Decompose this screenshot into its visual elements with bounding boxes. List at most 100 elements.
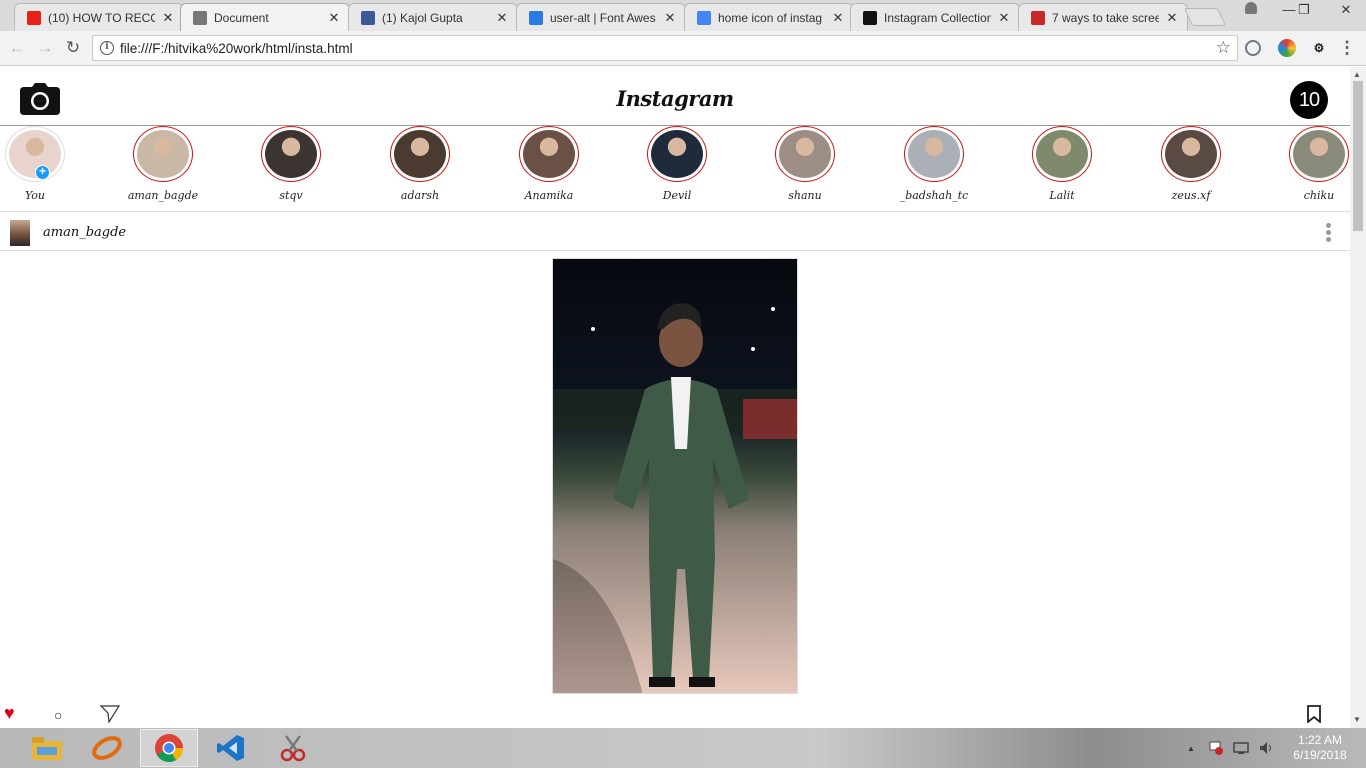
clock-date: 6/19/2018 xyxy=(1293,748,1347,762)
post-image xyxy=(553,259,797,693)
document-icon xyxy=(193,11,207,25)
save-bookmark-icon[interactable] xyxy=(1307,705,1321,728)
browser-tab[interactable]: home icon of instag ✕ xyxy=(684,3,854,31)
youtube-icon xyxy=(27,10,41,25)
snipping-tool-icon[interactable] xyxy=(264,729,322,767)
tab-title: (10) HOW TO RECOR xyxy=(48,10,155,25)
restore-button[interactable]: ❐ xyxy=(1289,0,1319,20)
browser-tab[interactable]: (1) Kajol Gupta ✕ xyxy=(348,3,518,31)
tab-title: 7 ways to take scree xyxy=(1052,10,1159,25)
tab-title: Instagram Collection xyxy=(884,10,991,25)
info-icon[interactable]: i xyxy=(100,41,114,55)
close-window-button[interactable]: ✕ xyxy=(1326,0,1366,20)
post-avatar[interactable] xyxy=(10,220,30,246)
brand-logo[interactable]: Instagram xyxy=(0,86,1350,111)
story-item[interactable]: zeus.xf xyxy=(1141,126,1241,202)
app-header: Instagram 10 xyxy=(0,67,1350,126)
story-ring[interactable] xyxy=(647,126,707,182)
browser-tab[interactable]: Document ✕ xyxy=(180,3,350,32)
story-ring[interactable] xyxy=(904,126,964,182)
new-tab-button[interactable] xyxy=(1183,8,1227,26)
tab-close-icon[interactable]: ✕ xyxy=(495,10,509,26)
tab-close-icon[interactable]: ✕ xyxy=(663,10,677,26)
forward-button[interactable]: → xyxy=(34,37,56,59)
tab-close-icon[interactable]: ✕ xyxy=(327,10,341,26)
story-item[interactable]: adarsh xyxy=(370,126,470,202)
url-text[interactable]: file:///F:/hitvika%20work/html/insta.htm… xyxy=(120,41,353,56)
tab-close-icon[interactable]: ✕ xyxy=(161,10,175,26)
story-item[interactable]: Lalit xyxy=(1012,126,1112,202)
app-swirl-icon[interactable] xyxy=(78,729,136,767)
share-icon[interactable] xyxy=(99,705,121,728)
vscode-icon[interactable] xyxy=(202,729,260,767)
scroll-down-arrow-icon[interactable]: ▼ xyxy=(1353,715,1361,724)
stories-bar: + You aman_bagde stqv adarsh Anamika Devil shan… xyxy=(0,126,1350,212)
story-ring[interactable] xyxy=(1032,126,1092,182)
story-avatar xyxy=(908,130,960,178)
flag-icon xyxy=(529,10,543,25)
add-story-plus-icon[interactable]: + xyxy=(35,165,50,180)
story-username: adarsh xyxy=(400,189,440,202)
like-heart-icon[interactable]: ♥ xyxy=(4,703,15,724)
system-clock[interactable]: 1:22 AM 6/19/2018 xyxy=(1284,733,1356,763)
story-username: chiku xyxy=(1303,189,1335,202)
story-ring[interactable] xyxy=(390,126,450,182)
story-ring[interactable] xyxy=(1289,126,1349,182)
tray-overflow-icon[interactable]: ▲ xyxy=(1187,744,1195,753)
browser-tab[interactable]: (10) HOW TO RECOR ✕ xyxy=(14,3,184,31)
scrollbar-thumb[interactable] xyxy=(1353,81,1363,231)
tab-strip: (10) HOW TO RECOR✕Document✕(1) Kajol Gup… xyxy=(0,0,1366,32)
post-username[interactable]: aman_bagde xyxy=(43,225,126,240)
chrome-icon[interactable] xyxy=(140,729,198,767)
google-icon xyxy=(697,10,711,25)
browser-tab[interactable]: user-alt | Font Awes ✕ xyxy=(516,3,686,31)
post-header: aman_bagde xyxy=(0,212,1350,251)
tab-title: home icon of instag xyxy=(718,10,823,25)
story-ring[interactable] xyxy=(775,126,835,182)
notification-badge[interactable]: 10 xyxy=(1290,81,1328,119)
more-options-icon[interactable] xyxy=(1326,223,1332,244)
extension-color-icon[interactable] xyxy=(1278,39,1296,57)
volume-icon[interactable] xyxy=(1258,740,1274,759)
tab-close-icon[interactable]: ✕ xyxy=(997,10,1011,26)
page-scrollbar[interactable]: ▲ ▼ xyxy=(1350,67,1366,728)
story-item[interactable]: _badshah_tc xyxy=(884,126,984,202)
story-ring[interactable] xyxy=(519,126,579,182)
story-avatar xyxy=(779,130,831,178)
extension-tool-icon[interactable]: ⚙ xyxy=(1310,39,1328,57)
post-photo[interactable] xyxy=(552,258,798,694)
story-ring[interactable] xyxy=(1161,126,1221,182)
story-avatar xyxy=(651,130,703,178)
tab-close-icon[interactable]: ✕ xyxy=(1165,10,1179,26)
story-username: stqv xyxy=(279,189,303,202)
story-ring[interactable] xyxy=(133,126,193,182)
story-item[interactable]: Anamika xyxy=(499,126,599,202)
scroll-up-arrow-icon[interactable]: ▲ xyxy=(1353,70,1361,79)
story-ring[interactable] xyxy=(261,126,321,182)
browser-tab[interactable]: Instagram Collection ✕ xyxy=(850,3,1020,31)
story-item[interactable]: chiku xyxy=(1269,126,1350,202)
reload-button[interactable]: ↻ xyxy=(62,37,84,59)
network-icon[interactable] xyxy=(1233,740,1249,759)
story-item[interactable]: stqv xyxy=(241,126,341,202)
story-item[interactable]: aman_bagde xyxy=(113,126,213,202)
story-username: Devil xyxy=(662,189,692,202)
file-explorer-icon[interactable] xyxy=(18,729,76,767)
tab-title: (1) Kajol Gupta xyxy=(382,10,463,25)
story-item[interactable]: shanu xyxy=(755,126,855,202)
story-item[interactable]: Devil xyxy=(627,126,727,202)
address-bar[interactable]: i file:///F:/hitvika%20work/html/insta.h… xyxy=(92,35,1238,61)
story-item[interactable]: + You xyxy=(0,126,85,202)
back-button[interactable]: ← xyxy=(6,37,28,59)
tab-title: Document xyxy=(214,11,269,25)
tab-close-icon[interactable]: ✕ xyxy=(831,10,845,26)
bookmark-star-icon[interactable]: ☆ xyxy=(1216,38,1231,58)
extension-eye-icon[interactable] xyxy=(1245,40,1261,56)
story-username: Lalit xyxy=(1049,189,1075,202)
browser-tab[interactable]: 7 ways to take scree ✕ xyxy=(1018,3,1188,31)
user-profile-icon[interactable] xyxy=(1236,0,1266,20)
browser-menu-icon[interactable]: ⋮ xyxy=(1336,37,1358,59)
web-page: Instagram 10 + You aman_bagde stqv adarsh Ana… xyxy=(0,67,1350,728)
flag-alert-icon[interactable] xyxy=(1208,740,1224,759)
comment-icon[interactable]: ○ xyxy=(54,707,62,723)
